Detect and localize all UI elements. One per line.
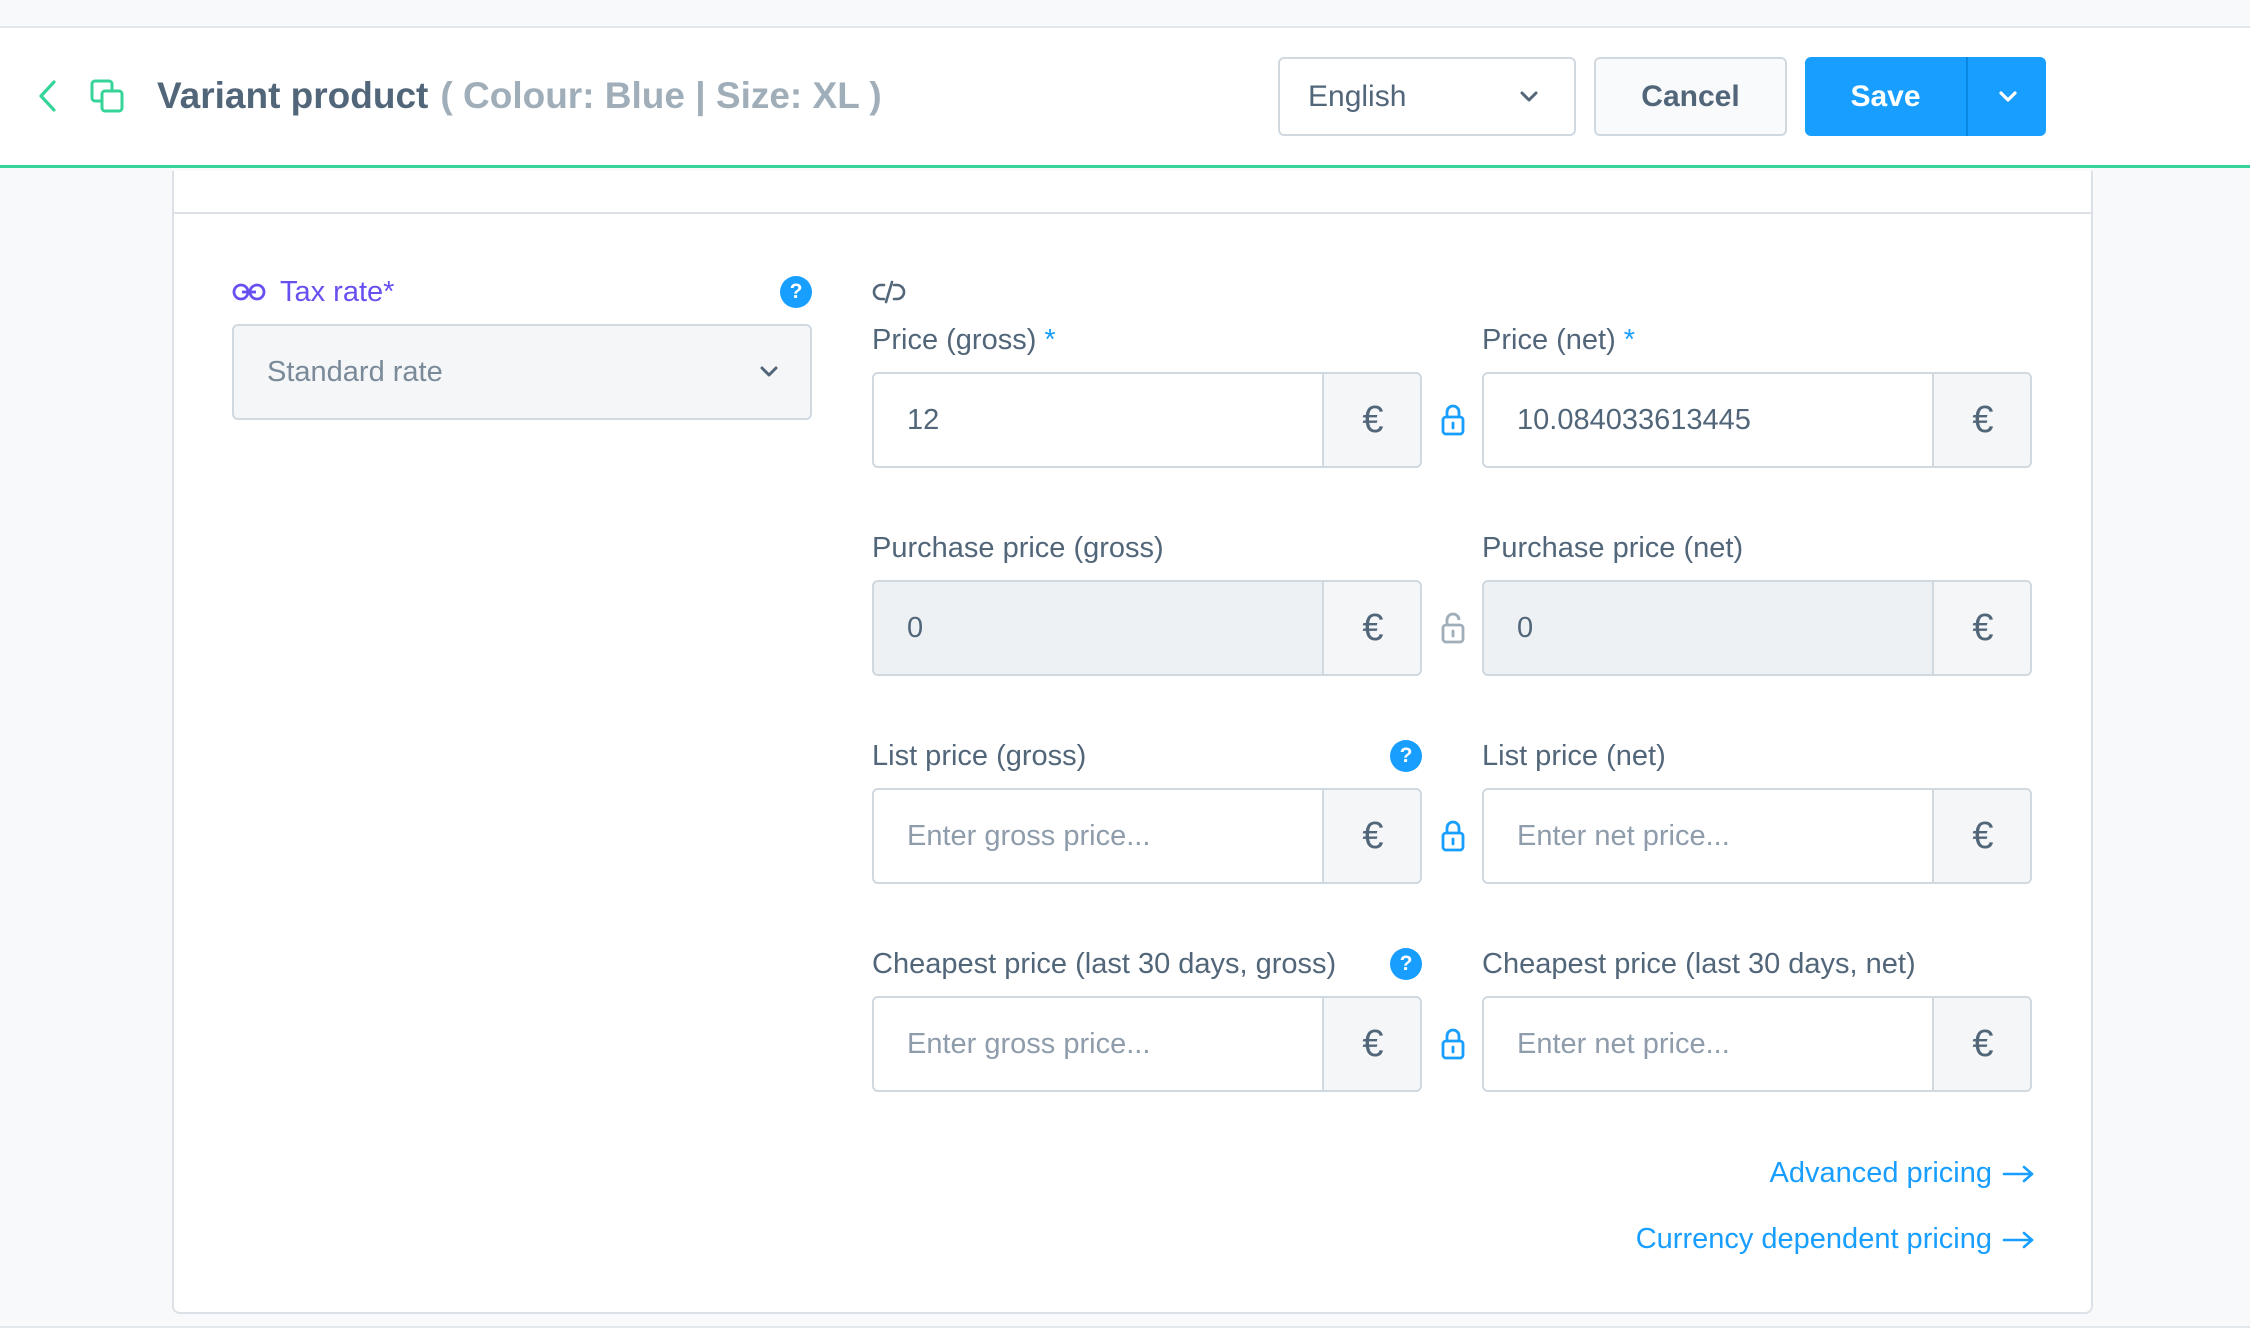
currency-suffix: € [1322,582,1420,674]
language-select[interactable]: English [1278,57,1576,136]
chevron-down-icon [1999,91,2017,102]
page-title: Variant product ( Colour: Blue | Size: XL… [157,70,882,122]
cheapest-net-label: Cheapest price (last 30 days, net) [1482,948,1916,980]
tax-rate-label-text: Tax rate [280,276,384,308]
price-net-label: Price (net) * [1482,320,1635,360]
currency-suffix: € [1932,998,2030,1090]
price-gross-input[interactable] [874,374,1322,466]
lock-icon[interactable] [1439,1026,1467,1062]
language-value: English [1308,80,1407,113]
purchase-gross-label: Purchase price (gross) [872,532,1164,564]
tax-rate-label: Tax rate* [280,272,394,312]
list-gross-input[interactable] [874,790,1322,882]
arrow-right-icon [2002,1166,2034,1183]
cheapest-gross-field: € [872,996,1422,1092]
currency-suffix: € [1932,582,2030,674]
link-icon[interactable] [232,282,266,302]
required-mark: * [1044,324,1056,356]
currency-pricing-label: Currency dependent pricing [1635,1223,1992,1255]
list-gross-label: List price (gross) [872,740,1087,772]
save-options-button[interactable] [1966,57,2046,136]
currency-suffix: € [1322,374,1420,466]
lock-icon[interactable] [1439,818,1467,854]
arrow-right-icon [2002,1232,2034,1249]
cheapest-net-field: € [1482,996,2032,1092]
price-gross-label: Price (gross) * [872,320,1056,360]
cheapest-gross-input[interactable] [874,998,1322,1090]
list-net-label: List price (net) [1482,740,1666,772]
price-gross-label-text: Price (gross) [872,324,1037,356]
cheapest-gross-label: Cheapest price (last 30 days, gross) [872,948,1337,980]
cancel-button[interactable]: Cancel [1594,57,1787,136]
advanced-pricing-link[interactable]: Advanced pricing [1770,1153,2036,1193]
list-net-input[interactable] [1484,790,1932,882]
tax-rate-select[interactable]: Standard rate [232,324,812,420]
price-gross-field: € [872,372,1422,468]
currency-pricing-link[interactable]: Currency dependent pricing [1636,1219,2036,1259]
purchase-net-field: € [1482,580,2032,676]
unlink-icon[interactable] [872,279,906,305]
currency-suffix: € [1932,374,2030,466]
help-icon[interactable]: ? [780,276,812,308]
purchase-net-input[interactable] [1484,582,1932,674]
list-gross-field: € [872,788,1422,884]
product-name: Variant product [157,75,429,116]
price-net-field: € [1482,372,2032,468]
variant-options: ( Colour: Blue | Size: XL ) [440,75,882,116]
currency-suffix: € [1322,790,1420,882]
back-chevron-icon[interactable] [34,78,62,114]
chevron-down-icon [1520,91,1538,102]
help-icon[interactable]: ? [1390,740,1422,772]
lock-icon[interactable] [1439,402,1467,438]
required-mark: * [383,276,395,308]
tax-rate-value: Standard rate [267,356,443,388]
help-icon[interactable]: ? [1390,948,1422,980]
copy-icon [90,79,124,113]
save-button[interactable]: Save [1805,57,1966,136]
price-net-input[interactable] [1484,374,1932,466]
lock-open-icon[interactable] [1439,610,1467,646]
currency-suffix: € [1932,790,2030,882]
required-mark: * [1623,324,1636,356]
currency-suffix: € [1322,998,1420,1090]
card-divider [172,212,2093,214]
list-net-field: € [1482,788,2032,884]
cheapest-net-input[interactable] [1484,998,1932,1090]
purchase-gross-input[interactable] [874,582,1322,674]
chevron-down-icon [760,366,778,377]
price-net-label-text: Price (net) [1482,324,1616,356]
purchase-net-label: Purchase price (net) [1482,532,1744,564]
purchase-gross-field: € [872,580,1422,676]
advanced-pricing-label: Advanced pricing [1769,1157,1992,1189]
